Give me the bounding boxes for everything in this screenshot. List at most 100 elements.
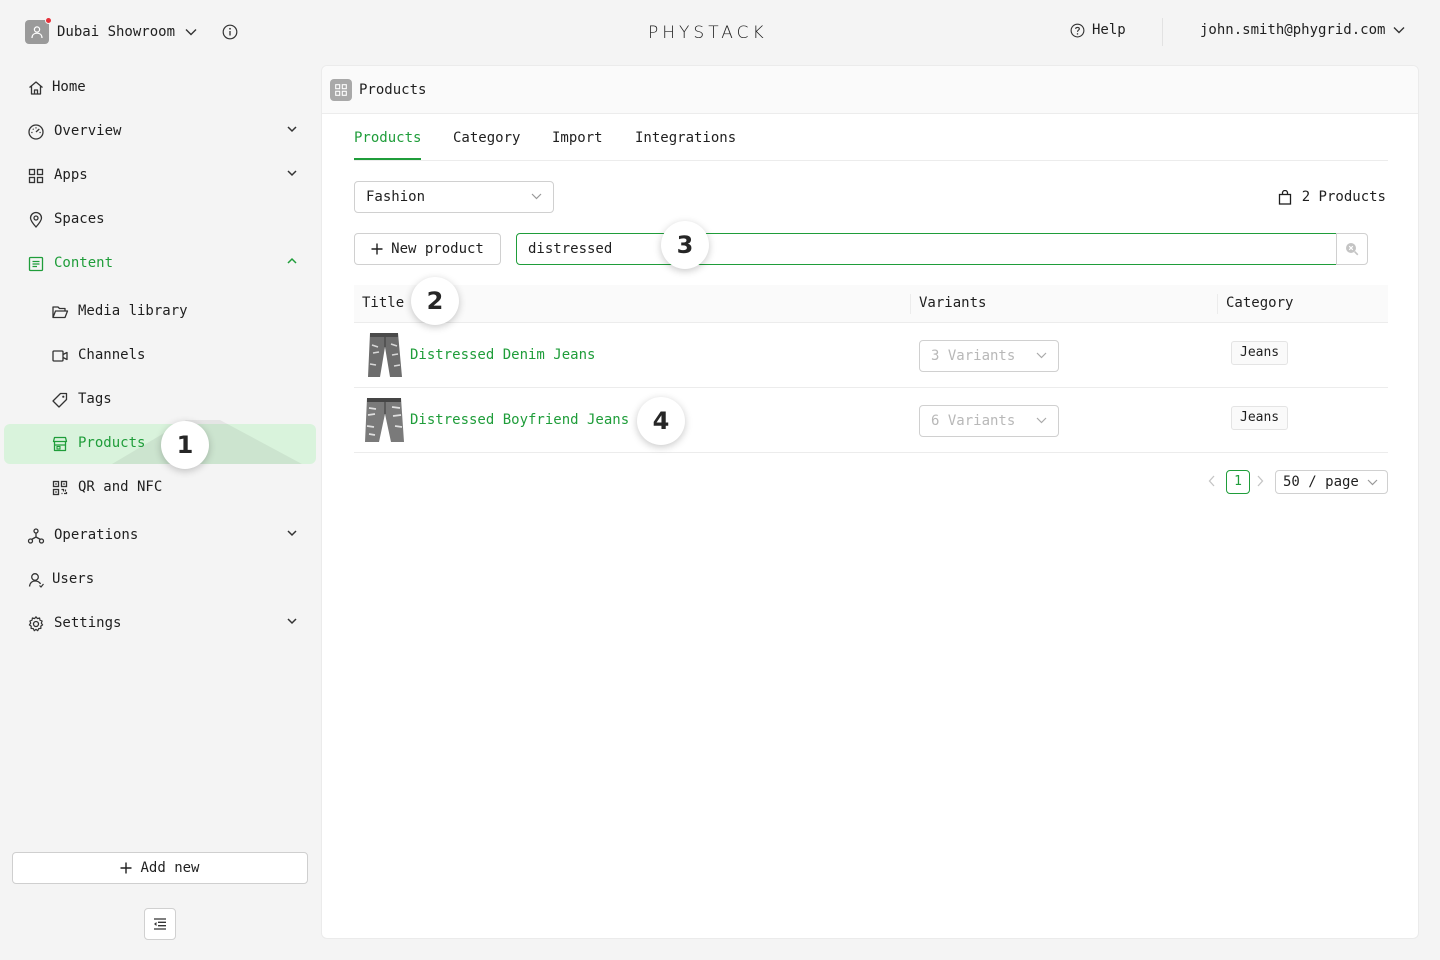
catalog-select[interactable]: Fashion bbox=[354, 181, 554, 213]
chevron-down-icon bbox=[185, 29, 197, 36]
tab-integrations[interactable]: Integrations bbox=[635, 130, 736, 146]
main-panel: Products Products Category Import Integr… bbox=[321, 65, 1419, 939]
chevron-down-icon bbox=[287, 618, 297, 625]
new-product-button[interactable]: New product bbox=[354, 233, 501, 265]
page-header: Products bbox=[322, 66, 1418, 114]
new-product-label: New product bbox=[391, 241, 484, 257]
variants-select[interactable]: 6 Variants bbox=[919, 405, 1059, 437]
cluster-icon bbox=[27, 528, 45, 544]
variants-select-value: 6 Variants bbox=[931, 413, 1016, 429]
sidebar: Home Overview Apps Spaces Content Media … bbox=[0, 64, 320, 960]
page-size-select[interactable]: 50 / page bbox=[1275, 470, 1388, 494]
chevron-down-icon bbox=[1036, 352, 1047, 359]
column-header-category: Category bbox=[1226, 295, 1294, 311]
topbar-divider bbox=[1162, 18, 1163, 46]
product-count: 2 Products bbox=[1278, 189, 1386, 205]
sidebar-item-label: Spaces bbox=[54, 211, 105, 227]
sidebar-item-qr-nfc[interactable]: QR and NFC bbox=[4, 468, 316, 508]
sidebar-item-label: Home bbox=[52, 79, 86, 95]
product-title-link[interactable]: Distressed Boyfriend Jeans bbox=[410, 412, 629, 428]
add-new-button[interactable]: Add new bbox=[12, 852, 308, 884]
chevron-down-icon bbox=[287, 126, 297, 133]
user-email: john.smith@phygrid.com bbox=[1200, 22, 1386, 38]
chevron-down-icon bbox=[1036, 417, 1047, 424]
dashboard-icon bbox=[28, 124, 44, 140]
tab-category[interactable]: Category bbox=[453, 130, 520, 146]
sidebar-item-label: QR and NFC bbox=[78, 479, 163, 495]
product-thumbnail[interactable] bbox=[364, 331, 406, 379]
workspace-switcher[interactable]: Dubai Showroom bbox=[25, 17, 197, 44]
location-pin-icon bbox=[29, 211, 43, 228]
sidebar-item-label: Users bbox=[52, 571, 95, 587]
sidebar-item-label: Tags bbox=[78, 391, 112, 407]
sidebar-item-operations[interactable]: Operations bbox=[4, 516, 316, 556]
chevron-down-icon bbox=[287, 530, 297, 537]
page-size-value: 50 / page bbox=[1283, 474, 1359, 490]
column-header-title: Title bbox=[362, 295, 405, 311]
sidebar-item-label: Operations bbox=[54, 527, 139, 543]
collapse-sidebar-button[interactable] bbox=[144, 908, 176, 940]
search-clear-button[interactable] bbox=[1336, 233, 1368, 265]
pagination-next-icon[interactable] bbox=[1256, 475, 1264, 487]
info-icon[interactable] bbox=[222, 24, 238, 40]
user-menu[interactable]: john.smith@phygrid.com bbox=[1200, 22, 1405, 38]
shop-icon bbox=[52, 436, 68, 452]
sidebar-item-label: Overview bbox=[54, 123, 122, 139]
sidebar-item-label: Media library bbox=[78, 303, 188, 319]
category-tag: Jeans bbox=[1231, 341, 1289, 365]
sidebar-item-content[interactable]: Content bbox=[4, 244, 316, 284]
chevron-down-icon bbox=[287, 170, 297, 177]
sidebar-item-channels[interactable]: Channels bbox=[4, 336, 316, 376]
table-row: Distressed Boyfriend Jeans 6 Variants Je… bbox=[354, 388, 1388, 453]
qrcode-icon bbox=[52, 480, 68, 496]
pagination-current-page[interactable]: 1 bbox=[1226, 470, 1250, 494]
menu-fold-icon bbox=[154, 918, 166, 930]
sidebar-item-tags[interactable]: Tags bbox=[4, 380, 316, 420]
category-tag: Jeans bbox=[1231, 406, 1289, 430]
sidebar-item-users[interactable]: Users bbox=[4, 560, 316, 600]
variants-select-value: 3 Variants bbox=[931, 348, 1016, 364]
page-title: Products bbox=[359, 82, 427, 98]
sidebar-item-settings[interactable]: Settings bbox=[4, 604, 316, 644]
sidebar-item-apps[interactable]: Apps bbox=[4, 156, 316, 196]
workspace-name: Dubai Showroom bbox=[57, 24, 176, 40]
sidebar-item-home[interactable]: Home bbox=[4, 68, 316, 108]
active-tab-indicator bbox=[354, 158, 421, 160]
table-header: Title Variants Category bbox=[354, 285, 1388, 323]
sidebar-item-spaces[interactable]: Spaces bbox=[4, 200, 316, 240]
chevron-down-icon bbox=[1367, 479, 1378, 486]
help-label: Help bbox=[1092, 22, 1126, 38]
user-avatar-icon bbox=[31, 26, 43, 39]
chevron-down-icon bbox=[1393, 27, 1405, 34]
apps-grid-icon bbox=[28, 168, 44, 184]
help-button[interactable]: Help bbox=[1070, 22, 1126, 38]
step-marker-1: 1 bbox=[161, 421, 209, 469]
home-icon bbox=[29, 81, 43, 95]
column-header-variants: Variants bbox=[919, 295, 987, 311]
apps-grid-icon bbox=[335, 84, 347, 96]
table-row: Distressed Denim Jeans 3 Variants Jeans bbox=[354, 323, 1388, 388]
variants-select[interactable]: 3 Variants bbox=[919, 340, 1059, 372]
video-camera-icon bbox=[52, 350, 68, 362]
product-thumbnail[interactable] bbox=[364, 396, 406, 444]
shopping-bag-icon bbox=[1278, 189, 1291, 205]
tab-import[interactable]: Import bbox=[552, 130, 603, 146]
sidebar-item-label: Apps bbox=[54, 167, 88, 183]
chevron-down-icon bbox=[531, 193, 542, 200]
tab-bar: Products Category Import Integrations bbox=[354, 114, 1388, 161]
sidebar-item-media-library[interactable]: Media library bbox=[4, 292, 316, 332]
tab-products[interactable]: Products bbox=[354, 130, 421, 146]
gear-icon bbox=[28, 616, 44, 632]
plus-icon bbox=[371, 243, 383, 255]
column-divider bbox=[910, 294, 911, 314]
product-title-link[interactable]: Distressed Denim Jeans bbox=[410, 347, 595, 363]
step-marker-4: 4 bbox=[637, 397, 685, 445]
product-count-label: 2 Products bbox=[1301, 189, 1386, 205]
app-logo: PHYSTACK bbox=[648, 23, 768, 43]
folder-open-icon bbox=[52, 306, 69, 319]
pagination-prev-icon[interactable] bbox=[1208, 475, 1216, 487]
sidebar-item-overview[interactable]: Overview bbox=[4, 112, 316, 152]
page-header-icon bbox=[330, 79, 352, 101]
search-input[interactable] bbox=[516, 233, 1338, 265]
plus-icon bbox=[120, 862, 132, 874]
